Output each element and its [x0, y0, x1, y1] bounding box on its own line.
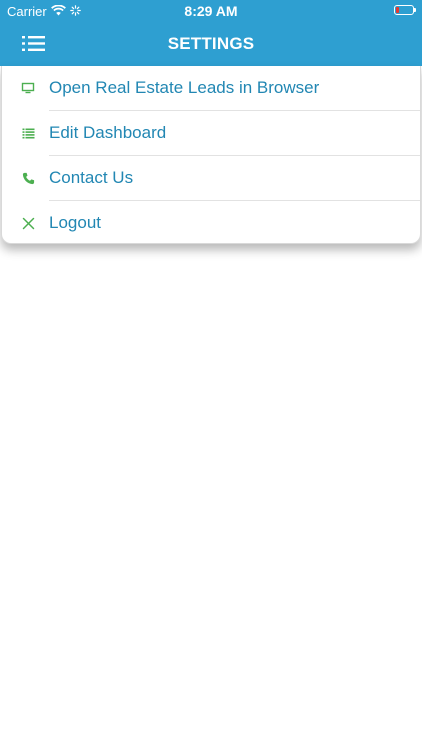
- menu-item-open-in-browser[interactable]: Open Real Estate Leads in Browser: [2, 66, 420, 111]
- battery-icon: [394, 5, 416, 15]
- menu-item-logout[interactable]: Logout: [2, 201, 420, 243]
- status-bar: Carrier 8:29 AM: [0, 0, 422, 22]
- battery-level: [396, 7, 399, 13]
- menu-item-label: Contact Us: [49, 168, 134, 187]
- menu-item-label: Edit Dashboard: [49, 123, 167, 142]
- menu-item-edit-dashboard[interactable]: Edit Dashboard: [2, 111, 420, 156]
- status-time: 8:29 AM: [184, 3, 238, 19]
- settings-dropdown-menu: Open Real Estate Leads in Browser Edit D…: [1, 66, 421, 244]
- menu-item-label: Open Real Estate Leads in Browser: [49, 78, 320, 97]
- app-header: Carrier 8:29 AM SETTINGS: [0, 0, 422, 66]
- menu-item-label: Logout: [49, 213, 101, 232]
- monitor-icon: [20, 80, 36, 96]
- close-icon: [20, 215, 36, 231]
- list-icon: [20, 125, 36, 141]
- page-title: SETTINGS: [167, 34, 255, 53]
- phone-icon: [20, 170, 36, 186]
- nav-bar: SETTINGS: [0, 22, 422, 66]
- menu-item-contact-us[interactable]: Contact Us: [2, 156, 420, 201]
